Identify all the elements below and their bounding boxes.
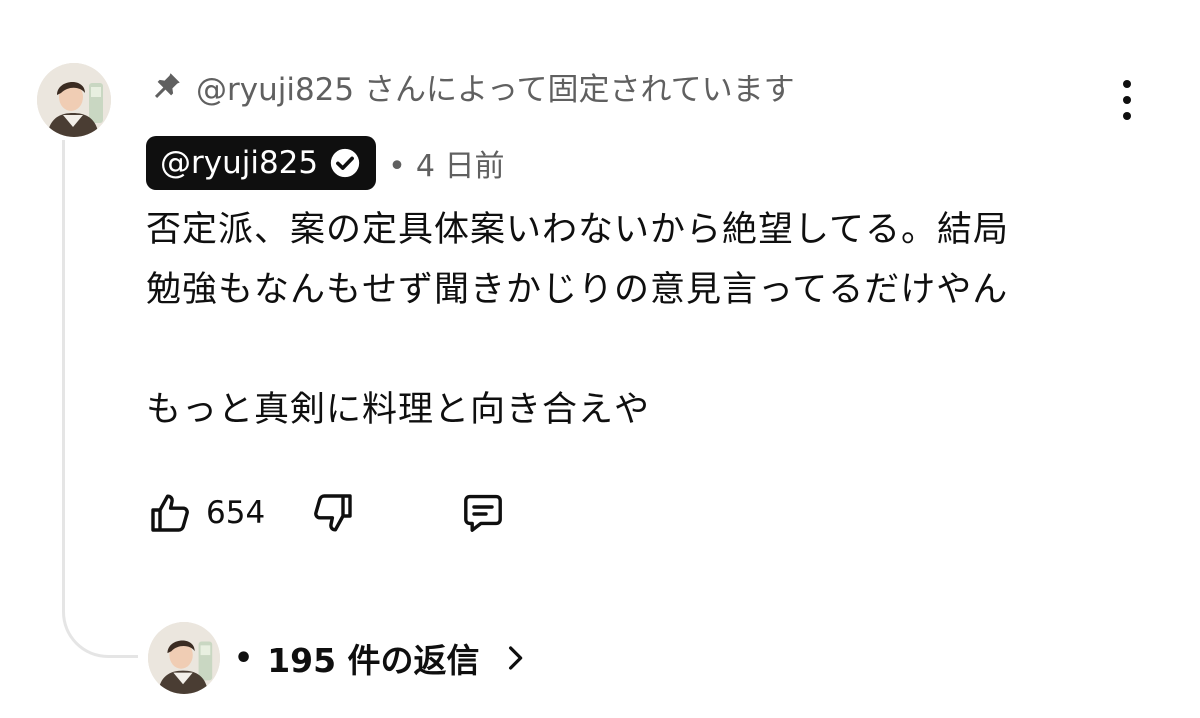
replies-count-label[interactable]: 195 件の返信: [267, 634, 479, 682]
comment-line: もっと真剣に料理と向き合えや: [146, 390, 651, 430]
view-replies-button[interactable]: • 195 件の返信: [234, 632, 530, 684]
chevron-right-icon: [508, 646, 522, 670]
more-options-button[interactable]: [1110, 78, 1144, 122]
reply-comment-icon: [464, 494, 503, 532]
reply-author-avatar[interactable]: [148, 622, 220, 694]
thread-connector-line: [62, 140, 138, 658]
author-avatar[interactable]: [37, 63, 111, 137]
pinned-indicator: @ryuji825 さんによって固定されています: [150, 64, 795, 108]
comment-blank-line: [146, 320, 1136, 380]
more-vertical-icon: [1123, 80, 1131, 88]
reply-button[interactable]: [459, 489, 507, 537]
avatar-image: [148, 622, 220, 694]
verified-check-icon: [330, 148, 360, 178]
pin-icon: [154, 73, 180, 99]
comment-header: @ryuji825 • 4 日前: [146, 136, 504, 190]
comment-timestamp[interactable]: 4 日前: [416, 149, 505, 184]
avatar-image: [37, 63, 111, 137]
comment-text: 否定派、案の定具体案いわないから絶望してる。結局 勉強もなんもせず聞きかじりの意…: [146, 200, 1136, 440]
comment-actions: 654: [146, 486, 507, 540]
like-count: 654: [206, 495, 266, 531]
more-vertical-icon-dot: [1123, 112, 1131, 120]
more-vertical-icon-dot: [1123, 96, 1131, 104]
thumbs-down-icon: [314, 494, 352, 532]
meta-separator: •: [388, 149, 406, 184]
replies-separator: •: [234, 640, 254, 676]
comment-line: 否定派、案の定具体案いわないから絶望してる。結局: [146, 210, 1009, 250]
comment-thread: @ryuji825 さんによって固定されています @ryuji825 • 4 日前…: [0, 0, 1200, 718]
dislike-button[interactable]: [309, 489, 357, 537]
pinned-label: @ryuji825 さんによって固定されています: [196, 71, 795, 108]
author-name[interactable]: @ryuji825: [160, 145, 318, 181]
comment-line: 勉強もなんもせず聞きかじりの意見言ってるだけやん: [146, 270, 1009, 310]
author-name-chip[interactable]: @ryuji825: [146, 136, 377, 190]
comment-meta: • 4 日前: [388, 141, 504, 185]
like-button[interactable]: 654: [146, 489, 265, 537]
thumbs-up-icon: [151, 494, 189, 532]
